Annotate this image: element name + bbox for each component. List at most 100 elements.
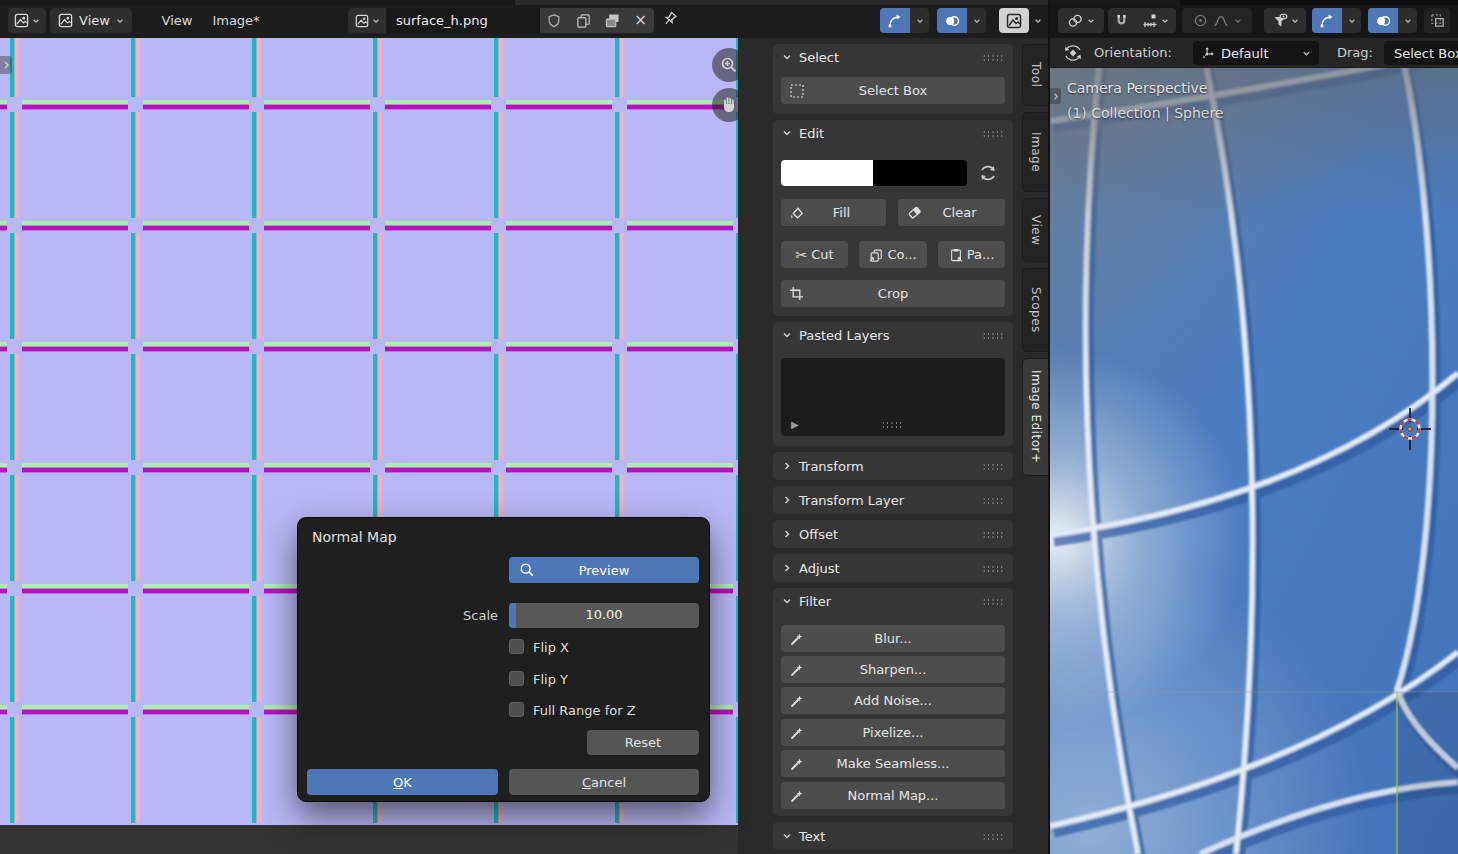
uv-snap-dropdown[interactable]	[910, 8, 929, 33]
pixelize-button[interactable]: Pixelize...	[781, 719, 1005, 746]
show-gizmo-button[interactable]	[1264, 8, 1306, 33]
pin-icon[interactable]	[660, 10, 679, 29]
image-name-field[interactable]: surface_h.png	[386, 8, 540, 33]
blur-button[interactable]: Blur...	[781, 625, 1005, 652]
display-channels-dropdown[interactable]	[1029, 8, 1046, 33]
display-channels-button[interactable]	[999, 8, 1029, 33]
proportional-editing-button[interactable]	[1182, 8, 1252, 33]
panel-select-header[interactable]: Select	[773, 44, 1013, 70]
panel-offset[interactable]: Offset	[773, 520, 1013, 548]
tab-image[interactable]: Image	[1022, 112, 1048, 192]
grip-dots[interactable]	[982, 565, 1003, 572]
select-box-button[interactable]: Select Box	[781, 77, 1005, 104]
cancel-button[interactable]: Cancel	[509, 769, 699, 795]
normal-map-button[interactable]: Normal Map...	[781, 782, 1005, 809]
chevron-down-icon	[1348, 17, 1356, 25]
magnifier-icon	[519, 562, 535, 578]
grip-dots[interactable]	[881, 421, 902, 428]
grip-dots[interactable]	[982, 463, 1003, 470]
grip-dots[interactable]	[982, 497, 1003, 504]
uv-snap-button[interactable]	[880, 8, 910, 33]
tab-view[interactable]: View	[1022, 198, 1048, 262]
crop-button[interactable]: Crop	[781, 280, 1005, 307]
xray-toggle-button[interactable]	[1424, 8, 1450, 33]
display-mode-button[interactable]: View	[50, 8, 132, 33]
toolbar-expand-arrow[interactable]	[0, 56, 12, 74]
paste-button[interactable]: Pa...	[938, 241, 1005, 268]
viewport-toolbar-expand-arrow[interactable]	[1050, 88, 1061, 104]
fill-bucket-icon	[790, 205, 805, 220]
panel-edit-header[interactable]: Edit	[773, 120, 1013, 146]
wand-icon	[790, 789, 804, 803]
ok-button[interactable]: OK	[307, 769, 498, 795]
reset-button[interactable]: Reset	[587, 730, 699, 755]
menu-view[interactable]: View	[155, 8, 199, 33]
editor-type-button[interactable]	[8, 8, 46, 33]
panel-filter-title: Filter	[799, 594, 831, 609]
gizmos-dropdown[interactable]	[1342, 8, 1361, 33]
panel-adjust[interactable]: Adjust	[773, 554, 1013, 582]
sharpen-button[interactable]: Sharpen...	[781, 656, 1005, 683]
menu-image[interactable]: Image*	[206, 8, 266, 33]
add-noise-button[interactable]: Add Noise...	[781, 687, 1005, 714]
overlays-dropdown[interactable]	[967, 8, 986, 33]
pixelize-label: Pixelize...	[863, 725, 924, 740]
viewport-overlay-line1: Camera Perspective	[1067, 80, 1207, 96]
viewport-content[interactable]: Camera Perspective (1) Collection | Sphe…	[1050, 68, 1458, 854]
panel-transform[interactable]: Transform	[773, 452, 1013, 480]
grip-dots[interactable]	[982, 598, 1003, 605]
panel-edit: Edit Fill Clear ✂ Cut Co... Pa... Crop	[773, 120, 1013, 316]
grip-dots[interactable]	[982, 54, 1003, 61]
color-swatch-foreground[interactable]	[781, 160, 873, 186]
gizmos-toggle-button[interactable]	[1312, 8, 1342, 33]
panel-pasted-layers: Pasted Layers ▶	[773, 322, 1013, 446]
grip-dots[interactable]	[982, 130, 1003, 137]
cut-button[interactable]: ✂ Cut	[781, 241, 848, 268]
panel-text[interactable]: Text	[773, 822, 1013, 850]
unlink-icon[interactable]: ×	[634, 13, 647, 28]
pack-image-icon[interactable]	[605, 13, 620, 28]
make-seamless-label: Make Seamless...	[837, 756, 950, 771]
wand-icon	[790, 757, 804, 771]
pasted-layers-list[interactable]: ▶	[781, 358, 1005, 436]
panel-adjust-title: Adjust	[799, 561, 840, 576]
scale-slider[interactable]: 10.00	[509, 603, 699, 628]
fill-button[interactable]: Fill	[781, 199, 886, 226]
image-editor-icon	[14, 13, 29, 28]
add-noise-label: Add Noise...	[854, 693, 932, 708]
viewport-overlays-button[interactable]	[1368, 8, 1398, 33]
drag-dropdown[interactable]: Select Box	[1384, 41, 1458, 65]
clear-button[interactable]: Clear	[898, 199, 1005, 226]
color-swatch-background[interactable]	[873, 160, 967, 186]
expand-triangle-icon[interactable]: ▶	[791, 419, 799, 430]
tab-image-editor-plus[interactable]: Image Editor+	[1022, 358, 1048, 476]
panel-filter-header[interactable]: Filter	[773, 588, 1013, 614]
shield-icon[interactable]	[547, 13, 561, 28]
select-box-icon	[789, 83, 805, 99]
overlays-button[interactable]	[937, 8, 967, 33]
snap-settings-button[interactable]	[1134, 8, 1176, 33]
pivot-point-button[interactable]	[1058, 8, 1104, 33]
swap-colors-icon[interactable]	[977, 162, 999, 184]
panel-pasted-layers-header[interactable]: Pasted Layers	[773, 322, 1013, 348]
copy-button[interactable]: Co...	[859, 241, 927, 268]
flip-y-label: Flip Y	[533, 672, 568, 687]
snap-toggle-button[interactable]	[1108, 8, 1134, 33]
orientation-dropdown[interactable]: Default	[1193, 41, 1319, 65]
copy-datablock-icon[interactable]	[576, 13, 591, 28]
flip-x-checkbox[interactable]	[509, 639, 524, 654]
tab-tool[interactable]: Tool	[1022, 44, 1048, 106]
full-range-z-checkbox[interactable]	[509, 702, 524, 717]
preview-button[interactable]: Preview	[509, 557, 699, 583]
grip-dots[interactable]	[982, 833, 1003, 840]
grip-dots[interactable]	[982, 531, 1003, 538]
flip-y-checkbox[interactable]	[509, 671, 524, 686]
image-browse-button[interactable]	[348, 8, 386, 33]
tab-scopes[interactable]: Scopes	[1022, 268, 1048, 352]
copy-icon	[869, 248, 883, 262]
panel-transform-layer[interactable]: Transform Layer	[773, 486, 1013, 514]
grip-dots[interactable]	[982, 332, 1003, 339]
viewport-overlays-dropdown[interactable]	[1398, 8, 1417, 33]
make-seamless-button[interactable]: Make Seamless...	[781, 750, 1005, 777]
flip-x-label: Flip X	[533, 640, 569, 655]
